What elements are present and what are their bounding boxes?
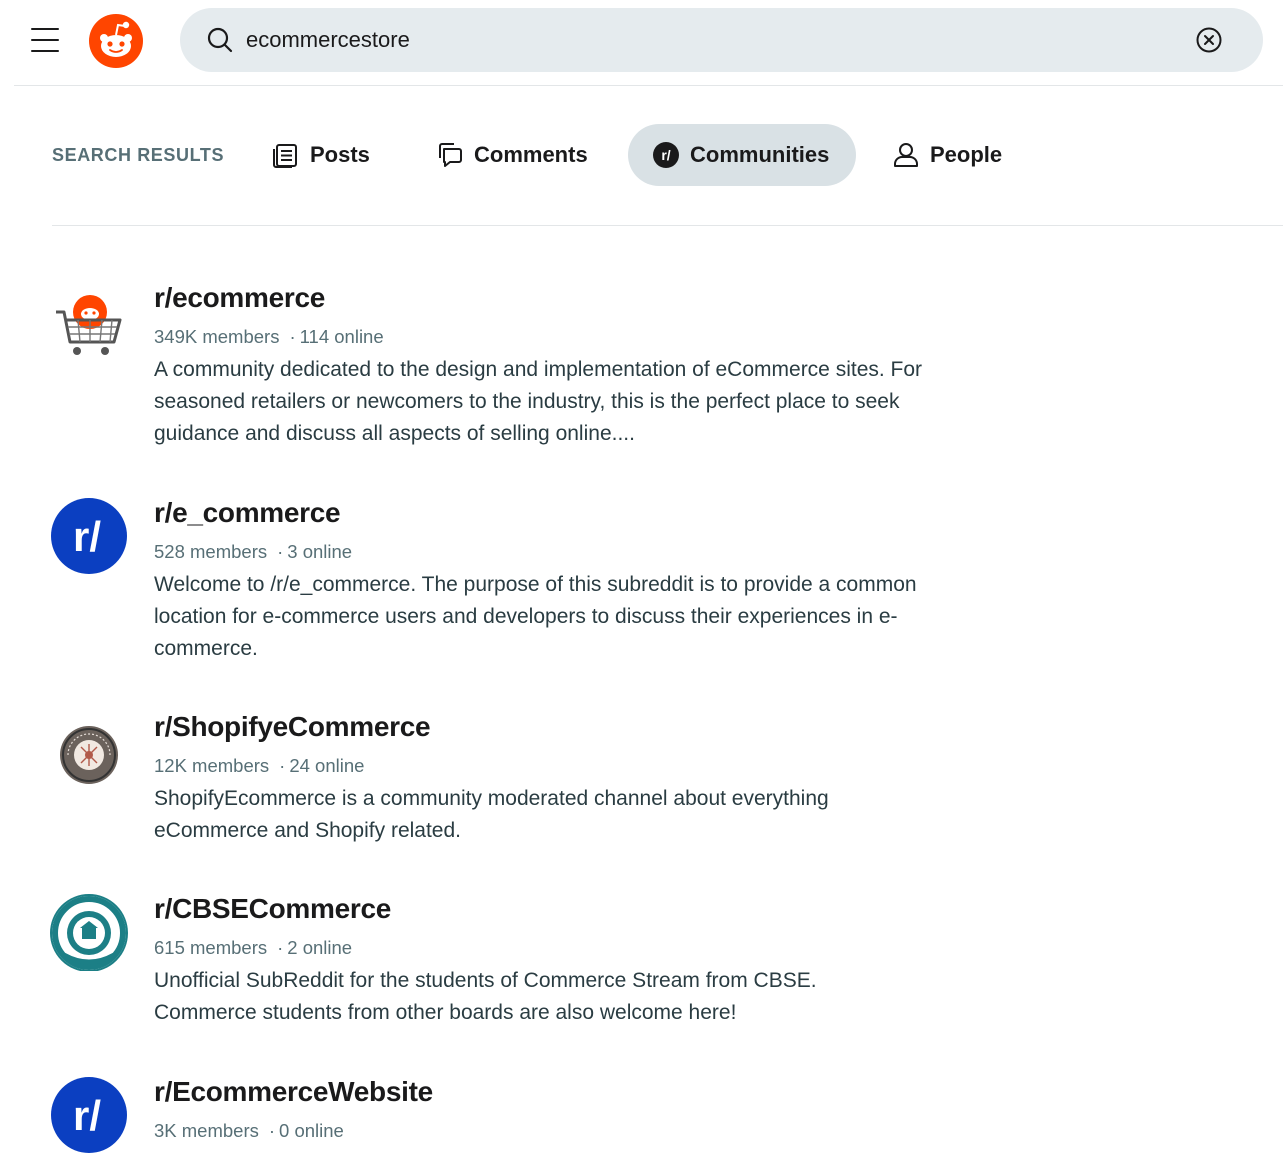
svg-text:r/: r/: [73, 1092, 101, 1139]
member-count: 3K members: [154, 1120, 259, 1141]
cart-snoo-icon: [56, 295, 122, 355]
community-description: Unofficial SubReddit for the students of…: [154, 969, 817, 1024]
header-divider: [14, 85, 1283, 86]
posts-icon: [273, 144, 297, 168]
community-name[interactable]: r/CBSECommerce: [154, 893, 391, 925]
search-icon: [207, 27, 233, 53]
tab-comments-label: Comments: [474, 142, 588, 167]
community-result-cbsecommerce[interactable]: r/CBSECommerce 615 members · 2 online Unof…: [50, 893, 930, 1033]
svg-text:r/: r/: [73, 513, 101, 560]
search-input[interactable]: [246, 20, 1146, 60]
community-description: Welcome to /r/e_commerce. The purpose of…: [154, 573, 917, 660]
default-community-icon: r/: [51, 1077, 127, 1153]
community-result-shopifyecommerce[interactable]: r/ShopifyeCommerce 12K members · 24 online…: [50, 711, 930, 851]
separator-dot: ·: [277, 937, 284, 958]
online-count: 24 online: [289, 755, 365, 776]
community-result-ecommerce[interactable]: r/ecommerce 349K members · 114 online A co…: [50, 282, 930, 452]
tab-communities[interactable]: r/ Communities: [628, 124, 856, 186]
separator-dot: ·: [277, 541, 284, 562]
community-meta: 3K members · 0 online: [154, 1120, 344, 1142]
community-description: A community dedicated to the design and …: [154, 358, 923, 445]
search-results-label: SEARCH RESULTS: [52, 145, 225, 165]
search-bar[interactable]: [180, 8, 1263, 72]
menu-bar: [31, 50, 59, 53]
community-name[interactable]: r/EcommerceWebsite: [154, 1076, 433, 1108]
menu-button[interactable]: [28, 24, 62, 56]
community-name[interactable]: r/e_commerce: [154, 497, 341, 529]
default-community-icon: r/: [51, 498, 127, 574]
community-meta: 528 members · 3 online: [154, 541, 352, 563]
member-count: 12K members: [154, 755, 270, 776]
tab-communities-label: Communities: [690, 142, 830, 167]
communities-icon: r/: [653, 142, 679, 168]
tab-people[interactable]: People: [892, 124, 1002, 186]
menu-bar: [31, 28, 59, 31]
community-name[interactable]: r/ecommerce: [154, 282, 325, 314]
separator-dot: ·: [289, 326, 296, 347]
community-name[interactable]: r/ShopifyeCommerce: [154, 711, 431, 743]
community-meta: 12K members · 24 online: [154, 755, 364, 777]
member-count: 615 members: [154, 937, 268, 958]
svg-text:r/: r/: [661, 147, 670, 163]
menu-bar: [31, 39, 59, 42]
cbse-seal-icon: [50, 894, 128, 971]
tab-people-label: People: [930, 142, 1003, 167]
member-count: 528 members: [154, 541, 268, 562]
member-count: 349K members: [154, 326, 280, 347]
online-count: 3 online: [287, 541, 353, 562]
online-count: 0 online: [279, 1120, 344, 1141]
separator-dot: ·: [268, 1120, 276, 1141]
comments-icon: [439, 143, 462, 167]
tab-posts-label: Posts: [310, 142, 370, 167]
tab-comments[interactable]: Comments: [436, 124, 588, 186]
clear-search-icon[interactable]: [1195, 26, 1223, 54]
community-meta: 615 members · 2 online: [154, 937, 352, 959]
tab-posts[interactable]: Posts: [272, 124, 370, 186]
online-count: 114 online: [299, 326, 384, 347]
online-count: 2 online: [287, 937, 353, 958]
separator-dot: ·: [279, 755, 286, 776]
community-result-ecommercewebsite[interactable]: r/ r/EcommerceWebsite 3K members · 0 onlin…: [50, 1076, 930, 1166]
community-meta: 349K members · 114 online: [154, 326, 384, 348]
tabs-divider: [52, 225, 1283, 226]
reddit-logo-icon[interactable]: [89, 14, 143, 68]
shopify-seal-icon: [60, 726, 118, 784]
community-description: ShopifyEcommerce is a community moderate…: [154, 787, 829, 842]
community-result-e-commerce[interactable]: r/ r/e_commerce 528 members · 3 online Wel…: [50, 497, 930, 667]
person-icon: [894, 143, 918, 167]
